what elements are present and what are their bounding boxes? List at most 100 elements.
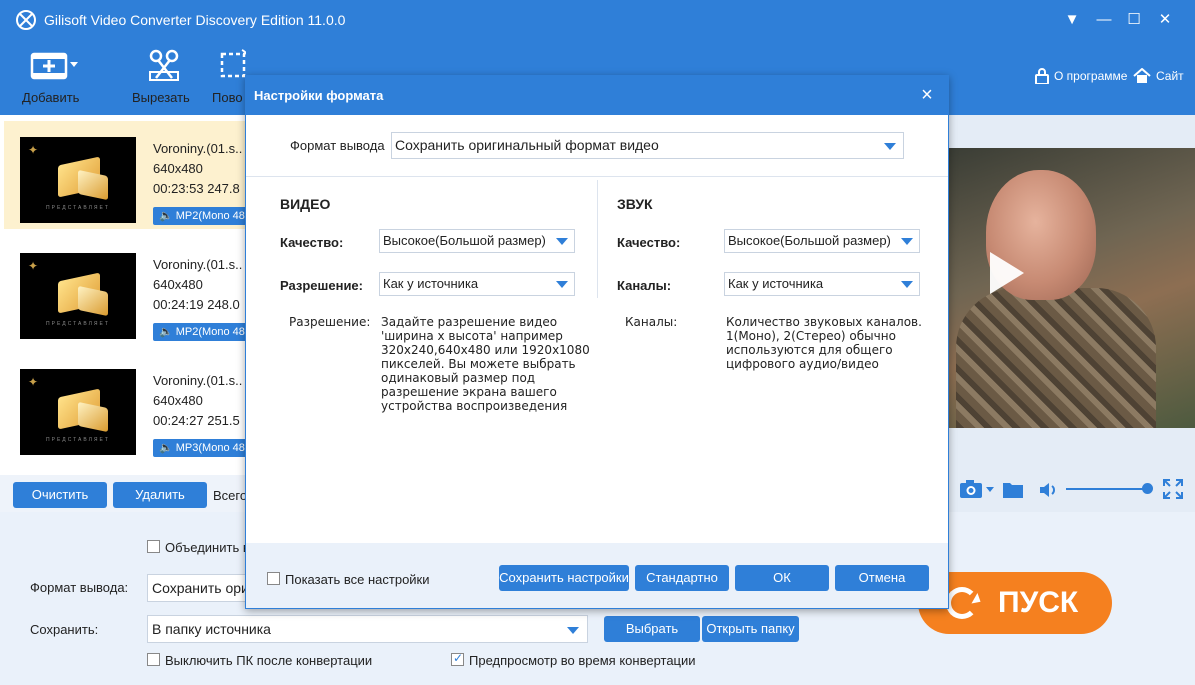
volume-slider[interactable] bbox=[1066, 488, 1148, 490]
audio-track-badge[interactable]: 🔈 MP2(Mono 48 bbox=[153, 207, 250, 225]
video-quality-dropdown-icon[interactable] bbox=[556, 238, 568, 245]
file-resolution: 640x480 bbox=[153, 161, 203, 176]
output-format-select[interactable]: Сохранить ори bbox=[147, 574, 257, 602]
merge-label: Объединить в bbox=[165, 540, 250, 555]
video-help-label: Разрешение: bbox=[289, 315, 371, 329]
thumbnail-caption: ПРЕДСТАВЛЯЕТ bbox=[46, 437, 110, 443]
menu-dropdown-icon[interactable]: ▼ bbox=[1060, 8, 1084, 32]
audio-track-badge[interactable]: 🔈 MP2(Mono 48 bbox=[153, 323, 250, 341]
preview-during-conversion-label: Предпросмотр во время конвертации bbox=[469, 653, 696, 668]
audio-track-badge[interactable]: 🔈 MP3(Mono 48 bbox=[153, 439, 250, 457]
logo-mark-icon: ✦ bbox=[28, 143, 39, 157]
save-label: Сохранить: bbox=[30, 622, 99, 637]
lock-icon bbox=[1035, 68, 1049, 84]
show-all-settings-checkbox[interactable] bbox=[267, 572, 280, 585]
video-thumbnail: ✦ ПРЕДСТАВЛЯЕТ bbox=[20, 253, 136, 339]
video-resolution-label: Разрешение: bbox=[280, 278, 363, 293]
logo-mark-icon: ✦ bbox=[28, 259, 39, 273]
site-link[interactable]: Сайт bbox=[1133, 68, 1184, 84]
about-link-label: О программе bbox=[1054, 69, 1128, 83]
clear-button[interactable]: Очистить bbox=[13, 482, 107, 508]
logo-mark-icon: ✦ bbox=[28, 375, 39, 389]
save-settings-button[interactable]: Сохранить настройки bbox=[499, 565, 629, 591]
ok-button[interactable]: ОК bbox=[735, 565, 829, 591]
video-quality-label: Качество: bbox=[280, 235, 344, 250]
shutdown-label: Выключить ПК после конвертации bbox=[165, 653, 373, 668]
add-video-icon bbox=[30, 52, 78, 80]
audio-channels-dropdown-icon[interactable] bbox=[901, 281, 913, 288]
delete-button[interactable]: Удалить bbox=[113, 482, 207, 508]
folder-icon[interactable] bbox=[1002, 479, 1024, 499]
choose-folder-button[interactable]: Выбрать bbox=[604, 616, 700, 642]
shutdown-checkbox[interactable] bbox=[147, 653, 160, 666]
audio-quality-dropdown-icon[interactable] bbox=[901, 238, 913, 245]
site-link-label: Сайт bbox=[1156, 69, 1184, 83]
volume-slider-handle[interactable] bbox=[1142, 483, 1153, 494]
app-logo-icon bbox=[16, 10, 36, 30]
audio-section-title: ЗВУК bbox=[617, 196, 653, 212]
rotate-button[interactable]: Пово bbox=[212, 48, 246, 108]
show-all-settings-label: Показать все настройки bbox=[285, 572, 430, 587]
file-list-item[interactable]: ✦ ПРЕДСТАВЛЯЕТ Voroniny.(01.s.. 640x480 … bbox=[4, 353, 250, 461]
save-location-dropdown-icon[interactable] bbox=[567, 627, 579, 634]
audio-channels-select[interactable]: Как у источника bbox=[724, 272, 920, 296]
maximize-icon[interactable]: ☐ bbox=[1122, 8, 1146, 32]
volume-icon[interactable] bbox=[1039, 481, 1059, 499]
add-button-label: Добавить bbox=[22, 90, 80, 105]
file-resolution: 640x480 bbox=[153, 393, 203, 408]
format-settings-dialog: Настройки формата × Формат вывода Сохран… bbox=[245, 75, 949, 609]
video-preview[interactable] bbox=[946, 148, 1195, 428]
merge-checkbox[interactable] bbox=[147, 540, 160, 553]
audio-help-label: Каналы: bbox=[625, 315, 678, 329]
file-duration: 00:23:53 247.8 bbox=[153, 181, 240, 196]
cut-button[interactable]: Вырезать bbox=[132, 48, 196, 108]
output-format-dropdown-icon[interactable] bbox=[884, 143, 896, 150]
file-name: Voroniny.(01.s.. bbox=[153, 257, 243, 272]
dialog-header: Настройки формата × bbox=[246, 76, 948, 115]
thumbnail-caption: ПРЕДСТАВЛЯЕТ bbox=[46, 321, 110, 327]
dialog-close-icon[interactable]: × bbox=[916, 84, 938, 106]
video-resolution-dropdown-icon[interactable] bbox=[556, 281, 568, 288]
file-list-item[interactable]: ✦ ПРЕДСТАВЛЯЕТ Voroniny.(01.s.. 640x480 … bbox=[4, 121, 250, 229]
play-icon[interactable] bbox=[990, 252, 1024, 294]
video-resolution-select[interactable]: Как у источника bbox=[379, 272, 575, 296]
snapshot-camera-icon[interactable] bbox=[958, 478, 996, 500]
video-section-title: ВИДЕО bbox=[280, 196, 331, 212]
open-folder-button[interactable]: Открыть папку bbox=[702, 616, 799, 642]
fullscreen-icon[interactable] bbox=[1163, 479, 1183, 499]
audio-quality-select[interactable]: Высокое(Большой размер) bbox=[724, 229, 920, 253]
start-button-label: ПУСК bbox=[998, 586, 1079, 619]
scissors-icon bbox=[149, 49, 179, 81]
rotate-icon bbox=[220, 49, 246, 78]
cancel-button[interactable]: Отмена bbox=[835, 565, 929, 591]
refresh-icon bbox=[946, 587, 978, 619]
default-button[interactable]: Стандартно bbox=[635, 565, 729, 591]
about-link[interactable]: О программе bbox=[1035, 68, 1127, 84]
preview-during-conversion-checkbox[interactable] bbox=[451, 651, 464, 666]
add-button[interactable]: Добавить bbox=[22, 48, 86, 108]
save-location-select[interactable]: В папку источника bbox=[147, 615, 588, 643]
file-duration: 00:24:19 248.0 bbox=[153, 297, 240, 312]
close-icon[interactable]: ✕ bbox=[1153, 8, 1177, 32]
video-thumbnail: ✦ ПРЕДСТАВЛЯЕТ bbox=[20, 137, 136, 223]
total-label: Всего bbox=[213, 488, 248, 503]
video-quality-select[interactable]: Высокое(Большой размер) bbox=[379, 229, 575, 253]
cut-button-label: Вырезать bbox=[132, 90, 190, 105]
file-list-item[interactable]: ✦ ПРЕДСТАВЛЯЕТ Voroniny.(01.s.. 640x480 … bbox=[4, 237, 250, 345]
minimize-icon[interactable]: — bbox=[1092, 8, 1116, 32]
home-icon bbox=[1133, 68, 1151, 83]
dialog-title: Настройки формата bbox=[254, 88, 384, 103]
audio-quality-label: Качество: bbox=[617, 235, 681, 250]
audio-channels-label: Каналы: bbox=[617, 278, 672, 293]
title-bar: Gilisoft Video Converter Discovery Editi… bbox=[0, 0, 1195, 42]
rotate-button-label: Пово bbox=[212, 90, 243, 105]
output-format-select[interactable]: Сохранить оригинальный формат видео bbox=[391, 132, 904, 159]
video-help-text: Задайте разрешение видео 'ширина x высот… bbox=[381, 315, 590, 413]
video-thumbnail: ✦ ПРЕДСТАВЛЯЕТ bbox=[20, 369, 136, 455]
output-format-label: Формат вывода bbox=[290, 138, 385, 153]
file-name: Voroniny.(01.s.. bbox=[153, 141, 243, 156]
audio-help-text: Количество звуковых каналов. 1(Моно), 2(… bbox=[726, 315, 922, 371]
file-resolution: 640x480 bbox=[153, 277, 203, 292]
app-title: Gilisoft Video Converter Discovery Editi… bbox=[44, 12, 346, 28]
file-duration: 00:24:27 251.5 bbox=[153, 413, 240, 428]
